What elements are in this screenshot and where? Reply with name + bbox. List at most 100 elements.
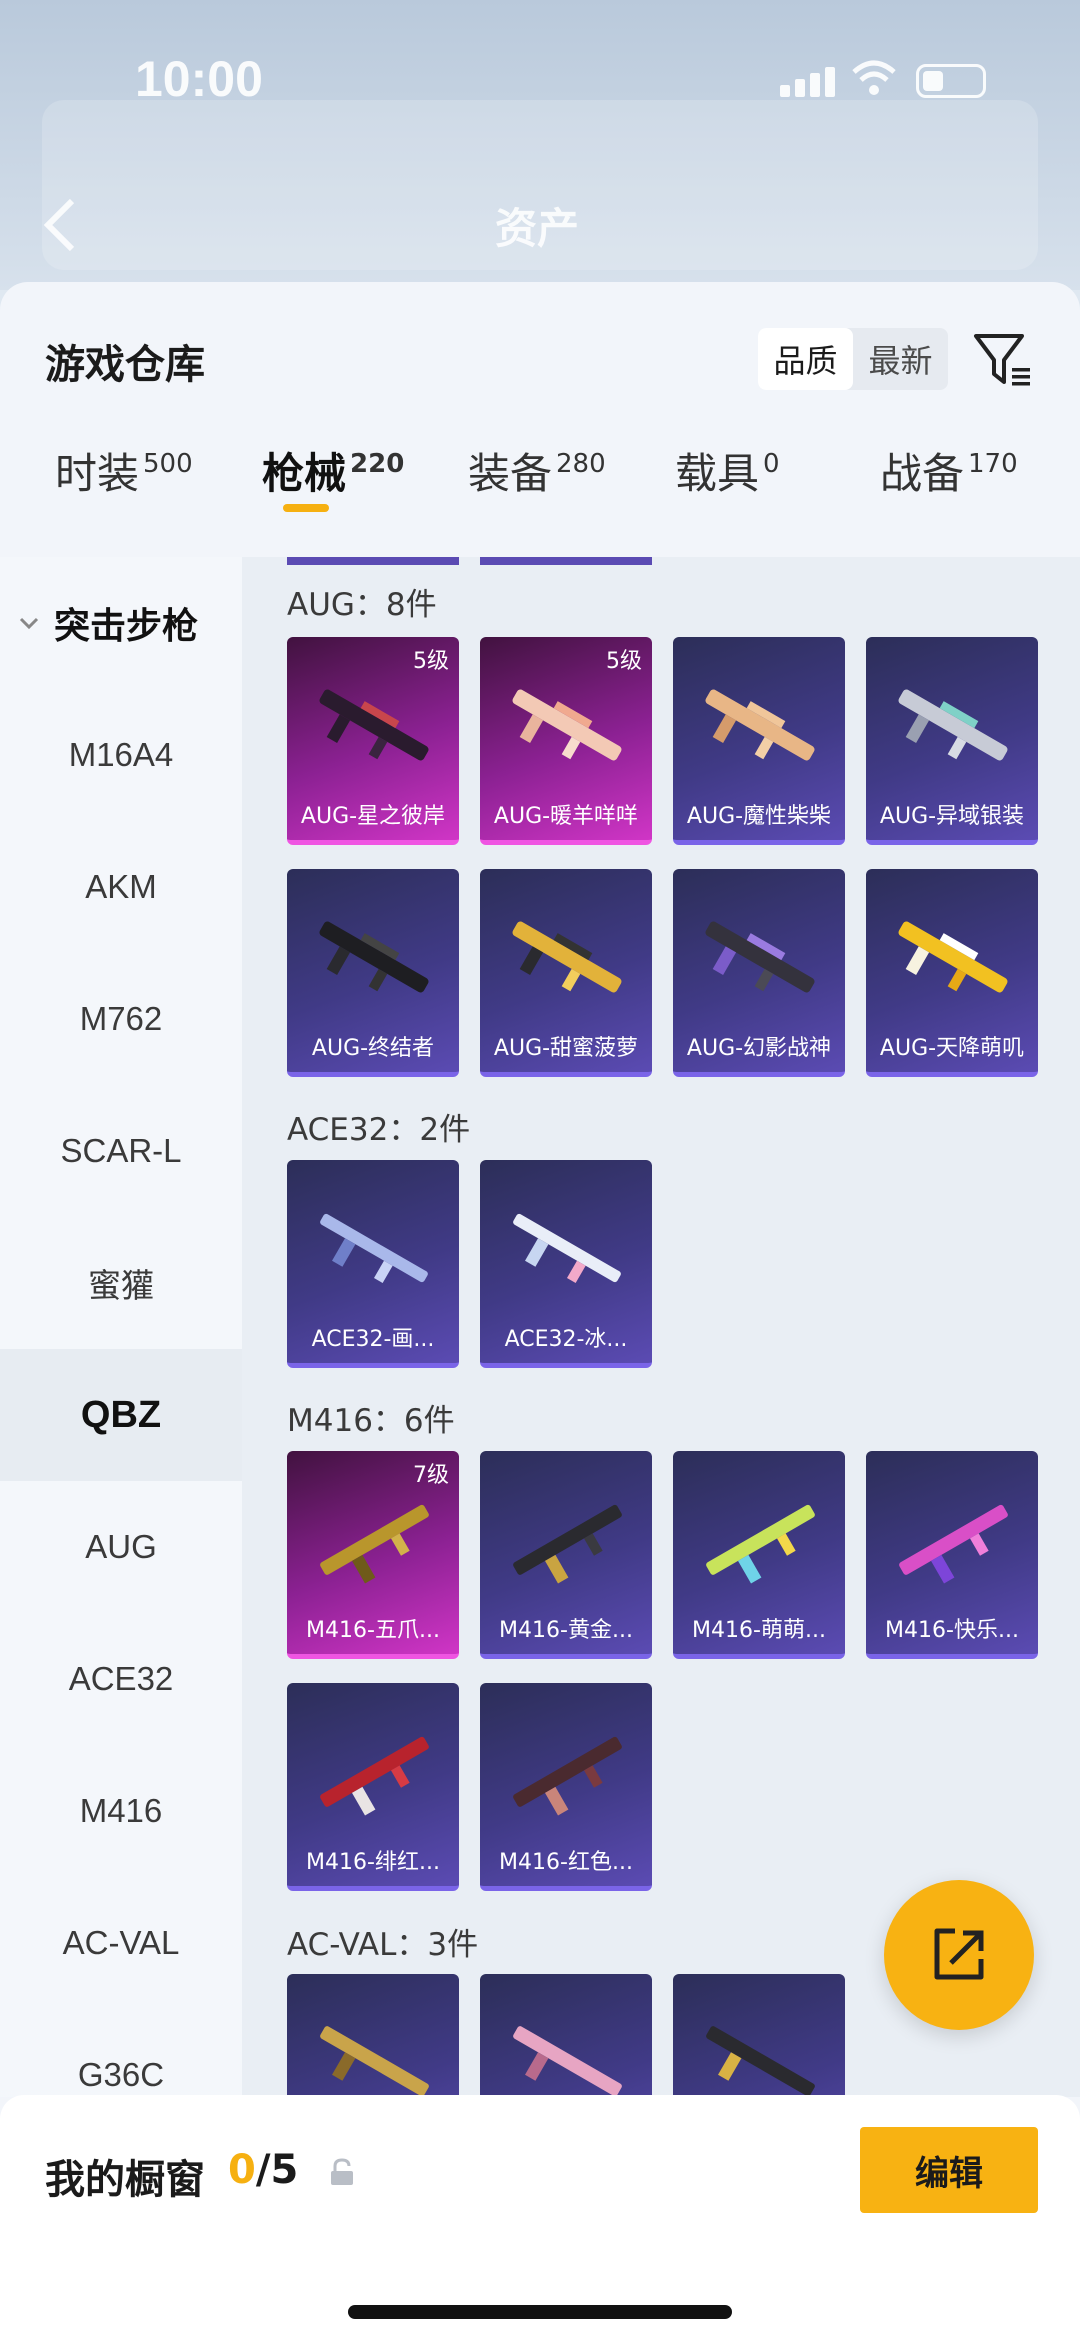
share-icon bbox=[934, 1928, 984, 1980]
tab-fashion[interactable]: 时装 500 bbox=[55, 440, 193, 501]
sidebar-item-aug[interactable]: AUG bbox=[0, 1481, 242, 1613]
sidebar-item-honey-badger[interactable]: 蜜獾 bbox=[0, 1217, 242, 1349]
skin-card[interactable]: AUG-幻影战神 bbox=[673, 869, 845, 1077]
tab-label: 装备 bbox=[468, 449, 553, 498]
skin-name: AUG-甜蜜菠萝 bbox=[493, 1036, 639, 1061]
home-indicator bbox=[348, 2305, 732, 2319]
skin-name: ACE32-画... bbox=[311, 1327, 435, 1352]
sidebar-item-ac-val[interactable]: AC-VAL bbox=[0, 1877, 242, 2009]
skin-name: M416-绯红... bbox=[306, 1850, 440, 1875]
skin-name: AUG-星之彼岸 bbox=[300, 804, 446, 829]
tab-count: 280 bbox=[556, 449, 606, 479]
weapon-type-sidebar: 突击步枪 M16A4 AKM M762 SCAR-L 蜜獾 QBZ AUG AC… bbox=[0, 557, 242, 2097]
wifi-icon bbox=[852, 60, 896, 95]
rifle-icon bbox=[512, 689, 622, 761]
background-header: 10:00 资产 bbox=[0, 0, 1080, 290]
skin-card[interactable]: AUG-异域银装 bbox=[866, 637, 1038, 845]
sidebar-item-m16a4[interactable]: M16A4 bbox=[0, 689, 242, 821]
rifle-icon bbox=[320, 1736, 429, 1816]
page-title: 资产 bbox=[495, 204, 580, 253]
rifle-icon bbox=[320, 2026, 429, 2097]
tab-firearms[interactable]: 枪械 220 bbox=[262, 440, 404, 501]
skin-name: AUG-暖羊咩咩 bbox=[493, 804, 639, 829]
skin-name: M416-黄金... bbox=[499, 1618, 633, 1643]
section-title-ace32: ACE32：2件 bbox=[287, 1112, 471, 1148]
rifle-icon bbox=[706, 1504, 815, 1584]
sidebar-item-ace32[interactable]: ACE32 bbox=[0, 1613, 242, 1745]
sidebar-item-qbz[interactable]: QBZ bbox=[0, 1349, 242, 1481]
skin-name: M416-五爪... bbox=[306, 1618, 440, 1643]
showcase-total: /5 bbox=[255, 2147, 299, 2193]
rifle-icon bbox=[320, 1504, 429, 1584]
battery-icon bbox=[916, 64, 986, 98]
tab-equipment[interactable]: 装备 280 bbox=[468, 440, 606, 501]
status-time: 10:00 bbox=[135, 51, 263, 107]
skin-card[interactable]: M416-快乐... bbox=[866, 1451, 1038, 1659]
sidebar-item-akm[interactable]: AKM bbox=[0, 821, 242, 953]
sort-newest[interactable]: 最新 bbox=[853, 328, 948, 390]
skin-card[interactable] bbox=[673, 1974, 845, 2097]
rifle-icon bbox=[898, 921, 1008, 993]
skin-card[interactable] bbox=[287, 1974, 459, 2097]
rifle-icon bbox=[512, 921, 622, 993]
filter-icon[interactable] bbox=[972, 330, 1034, 392]
sidebar-item-scar-l[interactable]: SCAR-L bbox=[0, 1085, 242, 1217]
rifle-icon bbox=[320, 1213, 428, 1284]
skin-name: M416-红色... bbox=[499, 1850, 633, 1875]
skin-name: AUG-异域银装 bbox=[879, 804, 1025, 829]
sidebar-item-m416[interactable]: M416 bbox=[0, 1745, 242, 1877]
rifle-icon bbox=[706, 2026, 815, 2097]
skin-card[interactable]: AUG-甜蜜菠萝 bbox=[480, 869, 652, 1077]
skin-card[interactable]: 5级 AUG-暖羊咩咩 bbox=[480, 637, 652, 845]
tab-count: 0 bbox=[763, 449, 780, 479]
skin-card[interactable]: AUG-魔性柴柴 bbox=[673, 637, 845, 845]
skin-name: M416-萌萌... bbox=[692, 1618, 826, 1643]
tab-vehicles[interactable]: 载具 0 bbox=[675, 440, 780, 501]
showcase-current: 0 bbox=[228, 2147, 256, 2193]
skin-name: AUG-魔性柴柴 bbox=[686, 804, 832, 829]
tab-label: 枪械 bbox=[262, 449, 347, 498]
tab-label: 载具 bbox=[675, 449, 760, 498]
section-title-aug: AUG：8件 bbox=[287, 587, 437, 623]
tab-supplies[interactable]: 战备 170 bbox=[880, 440, 1018, 501]
skin-card[interactable]: ACE32-画... bbox=[287, 1160, 459, 1368]
skin-card[interactable] bbox=[480, 1974, 652, 2097]
skin-name: AUG-幻影战神 bbox=[686, 1036, 832, 1061]
sidebar-item-m762[interactable]: M762 bbox=[0, 953, 242, 1085]
skin-card[interactable]: M416-黄金... bbox=[480, 1451, 652, 1659]
skin-card[interactable]: ACE32-冰... bbox=[480, 1160, 652, 1368]
skin-card[interactable]: AUG-终结者 bbox=[287, 869, 459, 1077]
skin-card[interactable]: M416-红色... bbox=[480, 1683, 652, 1891]
skin-name: AUG-终结者 bbox=[311, 1036, 435, 1061]
tab-count: 170 bbox=[968, 449, 1018, 479]
signal-icon bbox=[780, 65, 838, 97]
rifle-icon bbox=[513, 1213, 621, 1284]
section-title-m416: M416：6件 bbox=[287, 1403, 455, 1439]
active-tab-indicator bbox=[283, 504, 329, 512]
tab-count: 500 bbox=[143, 449, 193, 479]
rifle-icon bbox=[513, 2026, 622, 2097]
skin-card[interactable]: 7级 M416-五爪... bbox=[287, 1451, 459, 1659]
skin-card[interactable]: 5级 AUG-星之彼岸 bbox=[287, 637, 459, 845]
showcase-bar: 我的橱窗 0/5 编辑 bbox=[0, 2095, 1080, 2341]
rifle-icon bbox=[319, 921, 429, 993]
skin-card[interactable]: M416-绯红... bbox=[287, 1683, 459, 1891]
rifle-icon bbox=[899, 1504, 1008, 1584]
section-title-ac-val: AC-VAL：3件 bbox=[287, 1927, 479, 1963]
warehouse-sheet: 游戏仓库 品质 最新 时装 500 枪械 220 装备 280 载具 0 战备 170 突… bbox=[0, 282, 1080, 2341]
skin-card[interactable]: AUG-天降萌叽 bbox=[866, 869, 1038, 1077]
cut-off-card bbox=[480, 557, 652, 565]
showcase-label: 我的橱窗 bbox=[45, 2157, 205, 2203]
skin-name: AUG-天降萌叽 bbox=[879, 1036, 1025, 1061]
sidebar-group-label: 突击步枪 bbox=[54, 606, 199, 647]
sort-quality[interactable]: 品质 bbox=[758, 328, 853, 390]
rifle-icon bbox=[898, 689, 1008, 761]
sidebar-group-assault-rifle[interactable]: 突击步枪 bbox=[0, 557, 242, 689]
category-tabs: 时装 500 枪械 220 装备 280 载具 0 战备 170 bbox=[0, 422, 1080, 522]
edit-button[interactable]: 编辑 bbox=[860, 2127, 1038, 2213]
skin-card[interactable]: M416-萌萌... bbox=[673, 1451, 845, 1659]
back-icon[interactable] bbox=[40, 195, 80, 255]
sort-toggle: 品质 最新 bbox=[758, 328, 948, 390]
share-button[interactable] bbox=[884, 1880, 1034, 2030]
showcase-count: 0/5 bbox=[228, 2147, 298, 2193]
